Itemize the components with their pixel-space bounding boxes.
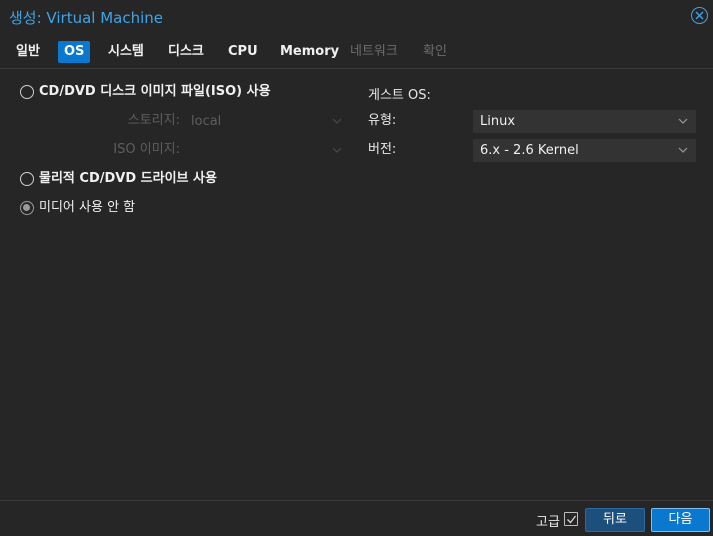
- os-type-value: Linux: [480, 114, 516, 129]
- physical-drive-radio[interactable]: [20, 172, 34, 186]
- no-media-radio[interactable]: [20, 201, 34, 215]
- tab-network: 네트워크: [350, 44, 398, 59]
- dialog-footer: 고급 뒤로 다음: [0, 500, 713, 536]
- window-title: 생성: Virtual Machine: [9, 9, 163, 27]
- iso-image-select: [184, 139, 350, 162]
- tab-cpu[interactable]: CPU: [222, 41, 264, 63]
- storage-value: local: [191, 114, 222, 129]
- os-version-select[interactable]: 6.x - 2.6 Kernel: [473, 139, 696, 162]
- advanced-label: 고급: [536, 515, 560, 530]
- window-titlebar: 생성: Virtual Machine: [0, 0, 713, 32]
- iso-image-option[interactable]: CD/DVD 디스크 이미지 파일(ISO) 사용: [20, 82, 350, 102]
- chevron-down-icon: [678, 147, 688, 153]
- physical-drive-option-label: 물리적 CD/DVD 드라이브 사용: [39, 171, 217, 186]
- chevron-down-icon: [678, 118, 688, 124]
- tab-disk[interactable]: 디스크: [162, 41, 210, 63]
- os-type-label: 유형:: [368, 113, 397, 128]
- chevron-down-icon: [332, 147, 342, 153]
- advanced-checkbox[interactable]: [564, 512, 578, 526]
- os-version-value: 6.x - 2.6 Kernel: [480, 143, 579, 158]
- close-icon: [695, 11, 704, 20]
- iso-image-label: ISO 이미지:: [113, 142, 180, 157]
- os-type-select[interactable]: Linux: [473, 110, 696, 133]
- tab-memory[interactable]: Memory: [274, 41, 345, 63]
- next-button[interactable]: 다음: [651, 508, 710, 532]
- back-button[interactable]: 뒤로: [585, 508, 645, 532]
- no-media-option-label: 미디어 사용 안 함: [39, 200, 136, 215]
- tab-general[interactable]: 일반: [10, 41, 46, 63]
- storage-select: local: [184, 110, 350, 133]
- close-button[interactable]: [691, 7, 708, 24]
- physical-drive-option[interactable]: 물리적 CD/DVD 드라이브 사용: [20, 169, 350, 189]
- chevron-down-icon: [332, 118, 342, 124]
- tab-confirm: 확인: [423, 44, 447, 59]
- checkmark-icon: [567, 515, 577, 524]
- os-version-label: 버전:: [368, 142, 397, 157]
- tab-bar: 일반 OS 시스템 디스크 CPU Memory 네트워크 확인: [0, 36, 713, 69]
- iso-image-radio[interactable]: [20, 85, 34, 99]
- iso-image-option-label: CD/DVD 디스크 이미지 파일(ISO) 사용: [39, 84, 271, 99]
- no-media-option[interactable]: 미디어 사용 안 함: [20, 198, 350, 218]
- guest-os-heading: 게스트 OS:: [368, 88, 431, 103]
- tab-os[interactable]: OS: [58, 41, 91, 63]
- storage-label: 스토리지:: [127, 113, 180, 128]
- tab-system[interactable]: 시스템: [102, 41, 150, 63]
